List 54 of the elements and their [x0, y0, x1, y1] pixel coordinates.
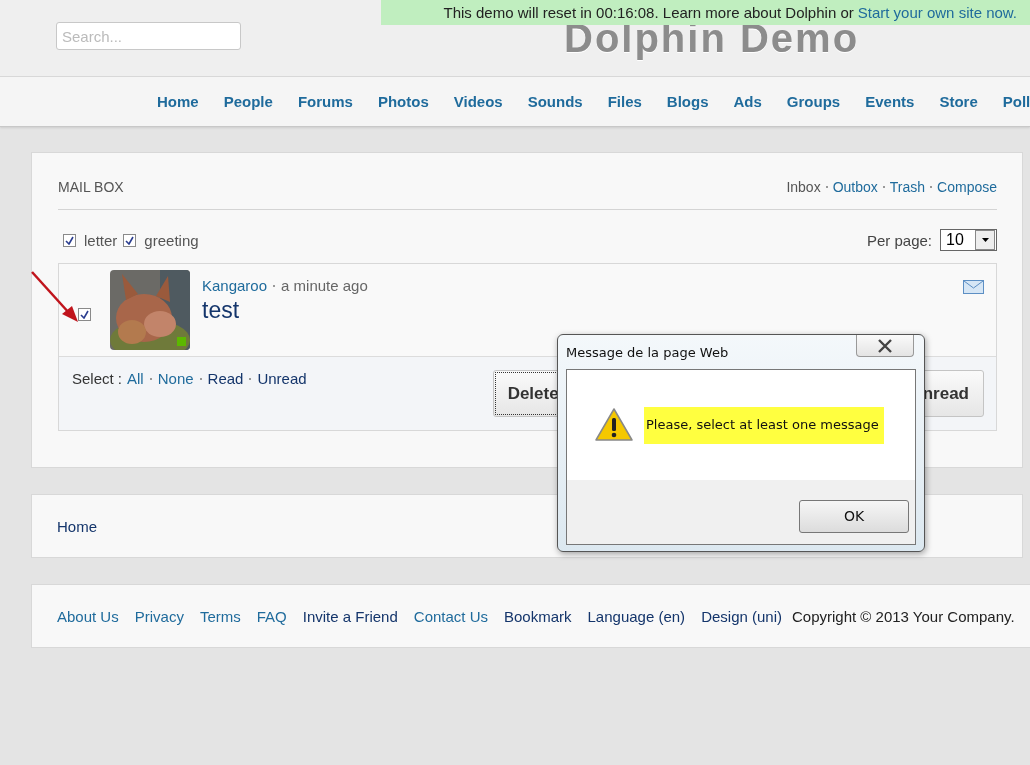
filter-label: letter: [84, 231, 118, 249]
nav-link[interactable]: Sounds: [527, 93, 583, 110]
checkbox[interactable]: [63, 233, 76, 247]
footer-link[interactable]: Bookmark: [504, 607, 572, 625]
warning-icon: [594, 407, 634, 443]
folder-link[interactable]: Trash: [889, 179, 926, 195]
nav-link[interactable]: Events: [865, 93, 915, 110]
nav-link[interactable]: Store: [939, 93, 978, 110]
sender-link[interactable]: Kangaroo: [202, 277, 268, 294]
checkbox[interactable]: [78, 308, 91, 321]
select-link[interactable]: Read: [207, 370, 244, 387]
message-subject[interactable]: test: [202, 297, 368, 324]
footer-link[interactable]: Language (en): [587, 607, 686, 625]
filter-label: greeting: [144, 231, 199, 249]
nav-link[interactable]: Poll: [1002, 93, 1030, 110]
per-page-select[interactable]: 10: [940, 229, 997, 251]
select-link[interactable]: Unread: [257, 370, 307, 387]
folder-link[interactable]: Inbox: [786, 179, 821, 195]
footer-link[interactable]: About Us: [57, 607, 119, 625]
nav-link[interactable]: Photos: [377, 93, 429, 110]
panel-title: MAIL BOX: [58, 179, 124, 195]
footer-link[interactable]: Privacy: [134, 607, 184, 625]
nav-link[interactable]: Groups: [786, 93, 841, 110]
footer-link[interactable]: Contact Us: [413, 607, 488, 625]
message-time: a minute ago: [281, 277, 368, 294]
breadcrumb-link[interactable]: Home: [57, 517, 97, 535]
pointer-arrow: [31, 271, 78, 322]
footer-link[interactable]: FAQ: [256, 607, 287, 625]
folder-link[interactable]: Compose: [937, 179, 997, 195]
nav-link[interactable]: Home: [157, 93, 199, 110]
footer-link[interactable]: Terms: [199, 607, 241, 625]
close-button[interactable]: [856, 335, 914, 357]
select-link[interactable]: All: [127, 370, 144, 387]
ok-button[interactable]: OK: [799, 499, 909, 533]
dialog-message: Please, select at least one message: [644, 406, 884, 444]
nav-link[interactable]: Ads: [733, 93, 762, 110]
nav-link[interactable]: Files: [607, 93, 642, 110]
close-icon: [877, 338, 893, 353]
copyright-text: Copyright © 2013 Your Company.: [792, 607, 1015, 625]
footer-link[interactable]: Invite a Friend: [302, 607, 398, 625]
nav-link[interactable]: Videos: [453, 93, 503, 110]
select-link[interactable]: None: [157, 370, 194, 387]
per-page-label: Per page:: [866, 231, 932, 249]
nav-link[interactable]: Blogs: [666, 93, 709, 110]
nav-link[interactable]: People: [223, 93, 273, 110]
footer-link[interactable]: Design (uni): [701, 607, 782, 625]
dialog-title: Message de la page Web: [566, 345, 729, 360]
envelope-icon: [963, 280, 984, 294]
select-label: Select :: [72, 370, 123, 387]
search-field[interactable]: Search...: [56, 22, 241, 50]
start-site-link[interactable]: Start your own site now.: [857, 4, 1017, 21]
checkbox[interactable]: [123, 233, 137, 247]
nav-link[interactable]: Forums: [297, 93, 353, 110]
folder-link[interactable]: Outbox: [832, 179, 878, 195]
